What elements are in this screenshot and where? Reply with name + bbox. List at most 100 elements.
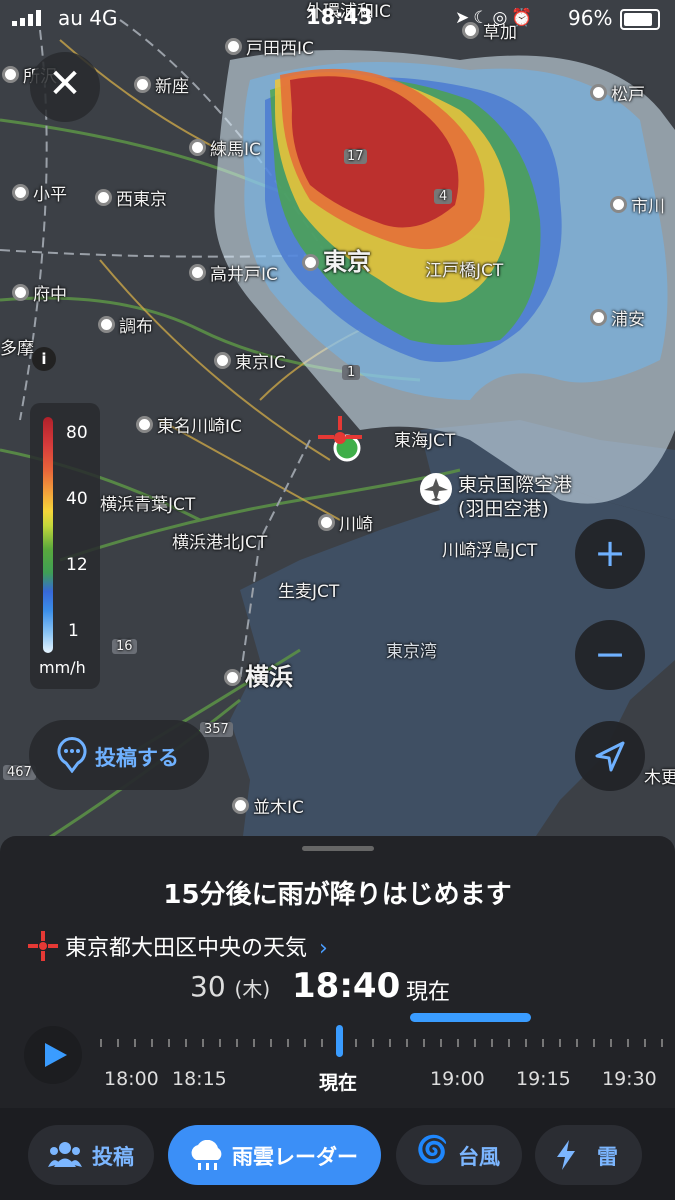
timeline-tick bbox=[236, 1039, 238, 1047]
map-label: 横浜青葉JCT bbox=[100, 495, 196, 515]
legend-value: 80 bbox=[66, 423, 88, 443]
status-bar: au 4G 18:43 ➤☾◎⏰ 96% bbox=[0, 0, 675, 38]
timeline-label: 19:30 bbox=[602, 1068, 657, 1090]
map-label-airport: (羽田空港) bbox=[458, 498, 549, 520]
timeline-tick bbox=[576, 1039, 578, 1047]
locate-me-button[interactable] bbox=[575, 721, 645, 791]
tab-label: 台風 bbox=[458, 1145, 500, 1169]
timeline-tick bbox=[440, 1039, 442, 1047]
timeline-tick bbox=[559, 1039, 561, 1047]
timeline-tick bbox=[321, 1039, 323, 1047]
timeline-cursor[interactable] bbox=[336, 1025, 343, 1057]
route-badge: 17 bbox=[344, 149, 367, 164]
map-label: 東京IC bbox=[214, 348, 286, 373]
timeline-tick bbox=[491, 1039, 493, 1047]
timeline-tick bbox=[151, 1039, 153, 1047]
tab-posts[interactable]: 投稿 bbox=[28, 1125, 154, 1185]
map-label: 並木IC bbox=[232, 793, 304, 818]
tab-typhoon[interactable]: 🌀 台風 bbox=[396, 1125, 522, 1185]
timeline-tick bbox=[389, 1039, 391, 1047]
timeline-tick bbox=[406, 1039, 408, 1047]
signal-icon bbox=[12, 10, 41, 26]
tab-label: 投稿 bbox=[92, 1145, 134, 1169]
tab-label: 雷 bbox=[597, 1145, 618, 1169]
timeline-tick bbox=[168, 1039, 170, 1047]
tab-lightning[interactable]: 雷 bbox=[535, 1125, 642, 1185]
precipitation-legend: 80 40 12 1 mm/h bbox=[30, 403, 100, 689]
timeline-tick bbox=[593, 1039, 595, 1047]
post-button[interactable]: 投稿する bbox=[29, 720, 209, 790]
typhoon-icon: 🌀 bbox=[416, 1135, 449, 1165]
location-link[interactable]: 東京都大田区中央の天気 › bbox=[28, 930, 328, 962]
navigation-arrow-icon bbox=[595, 741, 625, 772]
map-label-major: 横浜 bbox=[224, 657, 293, 692]
timeline-tick bbox=[508, 1039, 510, 1047]
timeline-tick bbox=[117, 1039, 119, 1047]
timeline-tick bbox=[372, 1039, 374, 1047]
map-label: 川崎浮島JCT bbox=[442, 541, 538, 561]
timeline-tick bbox=[304, 1039, 306, 1047]
status-time: 18:43 bbox=[306, 5, 373, 29]
tab-label: 雨雲レーダー bbox=[232, 1145, 358, 1169]
map-label: 調布 bbox=[98, 312, 153, 337]
timeline-tick bbox=[542, 1039, 544, 1047]
legend-value: 1 bbox=[68, 621, 79, 641]
timeline-tick bbox=[525, 1039, 527, 1047]
post-pin-icon bbox=[57, 736, 87, 773]
selected-time: 18:40 bbox=[292, 966, 401, 1006]
timeline-label: 18:15 bbox=[172, 1068, 227, 1090]
route-badge: 357 bbox=[200, 722, 233, 737]
carrier-label: au 4G bbox=[58, 6, 118, 30]
timeline-label: 18:00 bbox=[104, 1068, 159, 1090]
map-label: 新座 bbox=[134, 72, 189, 97]
timeline-tick bbox=[202, 1039, 204, 1047]
lightning-icon bbox=[555, 1140, 577, 1175]
zoom-in-button[interactable]: + bbox=[575, 519, 645, 589]
map-label: 東名川崎IC bbox=[136, 412, 242, 437]
map-label: 横浜港北JCT bbox=[172, 533, 268, 553]
rain-forecast-headline: 15分後に雨が降りはじめます bbox=[163, 880, 512, 910]
timeline-tick bbox=[423, 1039, 425, 1047]
zoom-out-button[interactable]: − bbox=[575, 620, 645, 690]
battery-percent: 96% bbox=[568, 6, 613, 30]
date-label: 30 (木) bbox=[190, 970, 271, 1003]
timeline-tick bbox=[661, 1039, 663, 1047]
timeline-tick bbox=[219, 1039, 221, 1047]
map-label: 府中 bbox=[12, 280, 67, 305]
map-label: 川崎 bbox=[318, 510, 373, 535]
play-button[interactable] bbox=[24, 1026, 82, 1084]
tab-rain-radar[interactable]: 雨雲レーダー bbox=[168, 1125, 381, 1185]
post-button-label: 投稿する bbox=[95, 746, 179, 770]
timeline-tick bbox=[270, 1039, 272, 1047]
legend-value: 12 bbox=[66, 555, 88, 575]
timeline-ticks[interactable] bbox=[100, 1039, 675, 1053]
map-label: 西東京 bbox=[95, 185, 167, 210]
timeline-tick bbox=[644, 1039, 646, 1047]
timeline-tick bbox=[134, 1039, 136, 1047]
map-label: 多摩 bbox=[0, 339, 34, 359]
location-name: 東京都大田区中央の天気 bbox=[65, 936, 308, 961]
timeline-label-now: 現在 bbox=[319, 1072, 358, 1094]
timeline-tick bbox=[474, 1039, 476, 1047]
timeline-tick bbox=[610, 1039, 612, 1047]
location-icon: ➤☾◎⏰ bbox=[455, 8, 537, 28]
rain-cloud-icon bbox=[188, 1139, 226, 1177]
map-label-major: 東京 bbox=[302, 242, 371, 277]
route-badge: 16 bbox=[112, 639, 137, 654]
timeline-tick bbox=[627, 1039, 629, 1047]
timeline-label: 19:15 bbox=[516, 1068, 571, 1090]
forecast-sheet[interactable]: 15分後に雨が降りはじめます 東京都大田区中央の天気 › 30 (木) 18:40… bbox=[0, 836, 675, 1108]
timeline-tick bbox=[253, 1039, 255, 1047]
map-label: 東海JCT bbox=[394, 431, 456, 451]
timeline-label: 19:00 bbox=[430, 1068, 485, 1090]
timeline-tick bbox=[457, 1039, 459, 1047]
sheet-handle[interactable] bbox=[302, 846, 374, 851]
map-label-airport: 東京国際空港 bbox=[458, 474, 573, 496]
battery-icon bbox=[620, 9, 660, 30]
timeline-tick bbox=[355, 1039, 357, 1047]
info-icon[interactable]: i bbox=[32, 347, 56, 371]
close-button[interactable]: ✕ bbox=[30, 52, 100, 122]
plus-icon: + bbox=[594, 531, 626, 575]
timeline-tick bbox=[185, 1039, 187, 1047]
location-marker-icon bbox=[28, 931, 58, 961]
